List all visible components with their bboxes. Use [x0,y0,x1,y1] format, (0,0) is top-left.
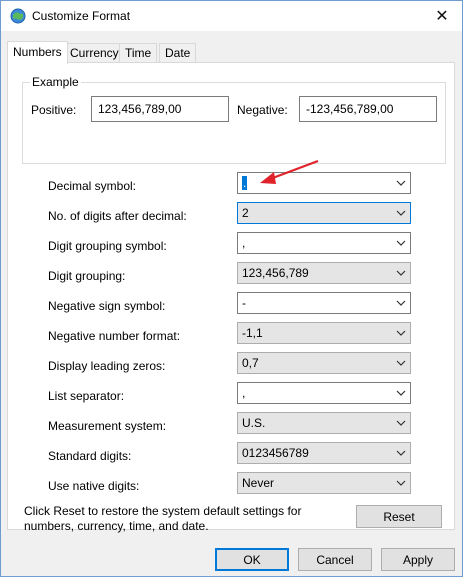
tab-label: Numbers [13,45,62,59]
example-groupbox: Example Positive: 123,456,789,00 Negativ… [22,75,446,164]
digit-grouping-value: 123,456,789 [242,266,309,280]
measurement-system-combo[interactable]: U.S. [237,412,411,434]
close-button[interactable]: ✕ [422,1,462,31]
cancel-button[interactable]: Cancel [298,548,372,571]
dialog-client-area: Numbers Currency Time Date Example Posit… [1,31,462,576]
digit-grouping-symbol-value: , [242,236,246,250]
decimal-symbol-value: . [242,176,248,191]
positive-example-value: 123,456,789,00 [98,102,182,116]
negative-example-field: -123,456,789,00 [299,96,437,122]
negative-sign-symbol-combo[interactable]: - [237,292,411,314]
tab-label: Currency [70,46,119,60]
app-icon [10,8,26,24]
decimal-symbol-combo[interactable]: . [237,172,411,194]
digits-after-decimal-label: No. of digits after decimal: [48,209,187,223]
positive-example-field: 123,456,789,00 [91,96,229,122]
negative-example-value: -123,456,789,00 [306,102,394,116]
use-native-digits-label: Use native digits: [48,479,140,493]
reset-note: Click Reset to restore the system defaul… [24,504,302,533]
chevron-down-icon[interactable] [392,293,410,313]
use-native-digits-combo[interactable]: Never [237,472,411,494]
measurement-system-label: Measurement system: [48,419,167,433]
window-title: Customize Format [32,9,131,23]
tab-label: Date [165,46,191,60]
ok-button-label: OK [243,552,261,567]
tab-label: Time [125,46,152,60]
tab-numbers[interactable]: Numbers [7,41,68,64]
standard-digits-label: Standard digits: [48,449,132,463]
tab-date[interactable]: Date [159,43,197,63]
ok-button[interactable]: OK [215,548,289,571]
negative-number-format-label: Negative number format: [48,329,181,343]
digits-after-decimal-value: 2 [242,206,249,220]
list-separator-value: , [242,386,246,400]
example-group-label: Example [30,75,81,89]
standard-digits-value: 0123456789 [242,446,309,460]
tab-currency[interactable]: Currency [64,43,125,63]
reset-button-label: Reset [383,509,415,524]
use-native-digits-value: Never [242,476,275,490]
close-icon: ✕ [435,8,449,25]
measurement-system-value: U.S. [242,416,266,430]
negative-sign-symbol-label: Negative sign symbol: [48,299,166,313]
decimal-symbol-label: Decimal symbol: [48,179,137,193]
chevron-down-icon[interactable] [392,323,410,343]
negative-label: Negative: [237,103,288,117]
positive-label: Positive: [31,103,77,117]
tab-time[interactable]: Time [119,43,158,63]
digit-grouping-label: Digit grouping: [48,269,126,283]
chevron-down-icon[interactable] [392,233,410,253]
cancel-button-label: Cancel [316,552,354,567]
list-separator-label: List separator: [48,389,125,403]
list-separator-combo[interactable]: , [237,382,411,404]
chevron-down-icon[interactable] [392,203,410,223]
negative-number-format-combo[interactable]: -1,1 [237,322,411,344]
chevron-down-icon[interactable] [392,173,410,193]
numbers-tab-panel: Example Positive: 123,456,789,00 Negativ… [7,62,455,533]
chevron-down-icon[interactable] [392,443,410,463]
reset-button[interactable]: Reset [356,505,442,528]
selected-text: . [242,176,248,190]
chevron-down-icon[interactable] [392,413,410,433]
title-bar[interactable]: Customize Format ✕ [1,1,462,31]
customize-format-dialog: Customize Format ✕ Numbers Currency Time… [0,0,463,577]
chevron-down-icon[interactable] [392,263,410,283]
digits-after-decimal-combo[interactable]: 2 [237,202,411,224]
standard-digits-combo[interactable]: 0123456789 [237,442,411,464]
display-leading-zeros-value: 0,7 [242,356,259,370]
display-leading-zeros-label: Display leading zeros: [48,359,166,373]
chevron-down-icon[interactable] [392,353,410,373]
apply-button-label: Apply [402,552,434,567]
digit-grouping-combo[interactable]: 123,456,789 [237,262,411,284]
negative-sign-symbol-value: - [242,296,246,310]
apply-button[interactable]: Apply [381,548,455,571]
digit-grouping-symbol-label: Digit grouping symbol: [48,239,167,253]
chevron-down-icon[interactable] [392,383,410,403]
chevron-down-icon[interactable] [392,473,410,493]
negative-number-format-value: -1,1 [242,326,263,340]
digit-grouping-symbol-combo[interactable]: , [237,232,411,254]
display-leading-zeros-combo[interactable]: 0,7 [237,352,411,374]
